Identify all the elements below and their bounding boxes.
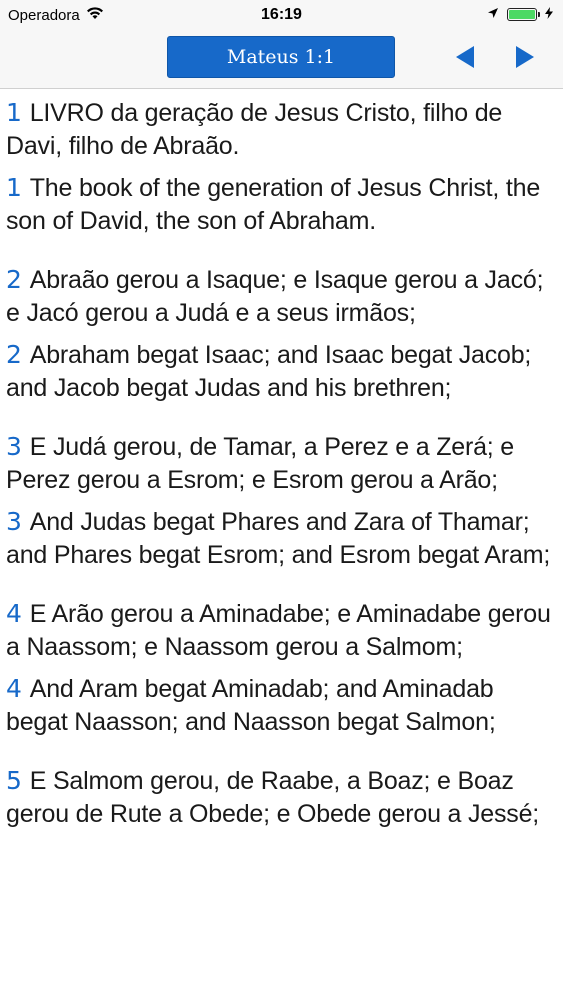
charging-bolt-icon <box>545 6 553 23</box>
verse-text: LIVRO da geração de Jesus Cristo, filho … <box>6 99 503 160</box>
verse-text: E Salmom gerou, de Raabe, a Boaz; e Boaz… <box>6 767 540 828</box>
verse-text: E Arão gerou a Aminadabe; e Aminadabe ge… <box>6 600 551 661</box>
verse-group: 5E Salmom gerou, de Raabe, a Boaz; e Boa… <box>0 756 563 831</box>
verse-portuguese[interactable]: 2 Abraão gerou a Isaque; e Isaque gerou a… <box>0 255 563 330</box>
verse-number: 4 <box>6 674 22 703</box>
verse-number: 3 <box>6 507 22 536</box>
verse-text: Abraão gerou a Isaque; e Isaque gerou a … <box>6 266 544 327</box>
verse-number: 4 <box>6 599 22 628</box>
next-verse-button[interactable] <box>511 43 539 71</box>
verse-group: 1 LIVRO da geração de Jesus Cristo, filho… <box>0 88 563 238</box>
verse-text: E Judá gerou, de Tamar, a Perez e a Zerá… <box>6 433 515 494</box>
bible-reader-screen: Operadora 16:19 Mateus 1:1 1 LIVRO da ge… <box>0 0 563 1000</box>
verse-number: 5 <box>6 766 22 795</box>
previous-verse-button[interactable] <box>451 43 479 71</box>
verse-portuguese[interactable]: 5E Salmom gerou, de Raabe, a Boaz; e Boa… <box>0 756 563 831</box>
status-bar: Operadora 16:19 <box>0 0 563 30</box>
battery-level <box>509 10 535 19</box>
verse-group: 2 Abraão gerou a Isaque; e Isaque gerou a… <box>0 255 563 405</box>
verse-english[interactable]: 4 And Aram begat Aminadab; and Aminadab b… <box>0 664 563 739</box>
verse-portuguese[interactable]: 1 LIVRO da geração de Jesus Cristo, filho… <box>0 88 563 163</box>
battery-icon <box>507 8 540 21</box>
verse-number: 1 <box>6 98 22 127</box>
verse-english[interactable]: 2 Abraham begat Isaac; and Isaac begat Ja… <box>0 330 563 405</box>
verse-portuguese[interactable]: 4E Arão gerou a Aminadabe; e Aminadabe g… <box>0 589 563 664</box>
status-time: 16:19 <box>261 6 302 23</box>
location-arrow-icon <box>487 6 499 23</box>
verse-number: 2 <box>6 340 22 369</box>
reference-selector-button[interactable]: Mateus 1:1 <box>167 36 395 78</box>
verse-text: And Aram begat Aminadab; and Aminadab be… <box>6 675 496 736</box>
verse-portuguese[interactable]: 3E Judá gerou, de Tamar, a Perez e a Zer… <box>0 422 563 497</box>
battery-tip <box>538 12 540 17</box>
status-right <box>487 6 553 23</box>
verse-english[interactable]: 1 The book of the generation of Jesus Chr… <box>0 163 563 238</box>
verse-group: 3E Judá gerou, de Tamar, a Perez e a Zer… <box>0 422 563 572</box>
verse-text: The book of the generation of Jesus Chri… <box>6 174 541 235</box>
verse-number: 3 <box>6 432 22 461</box>
navigation-bar: Mateus 1:1 <box>0 30 563 89</box>
left-triangle-icon <box>456 46 474 68</box>
verse-english[interactable]: 3 And Judas begat Phares and Zara of Tham… <box>0 497 563 572</box>
verse-number: 2 <box>6 265 22 294</box>
right-triangle-icon <box>516 46 534 68</box>
verse-group: 4E Arão gerou a Aminadabe; e Aminadabe g… <box>0 589 563 739</box>
verse-number: 1 <box>6 173 22 202</box>
verse-text: Abraham begat Isaac; and Isaac begat Jac… <box>6 341 532 402</box>
verse-text: And Judas begat Phares and Zara of Thama… <box>6 508 551 569</box>
verse-list[interactable]: 1 LIVRO da geração de Jesus Cristo, filho… <box>0 88 563 1000</box>
